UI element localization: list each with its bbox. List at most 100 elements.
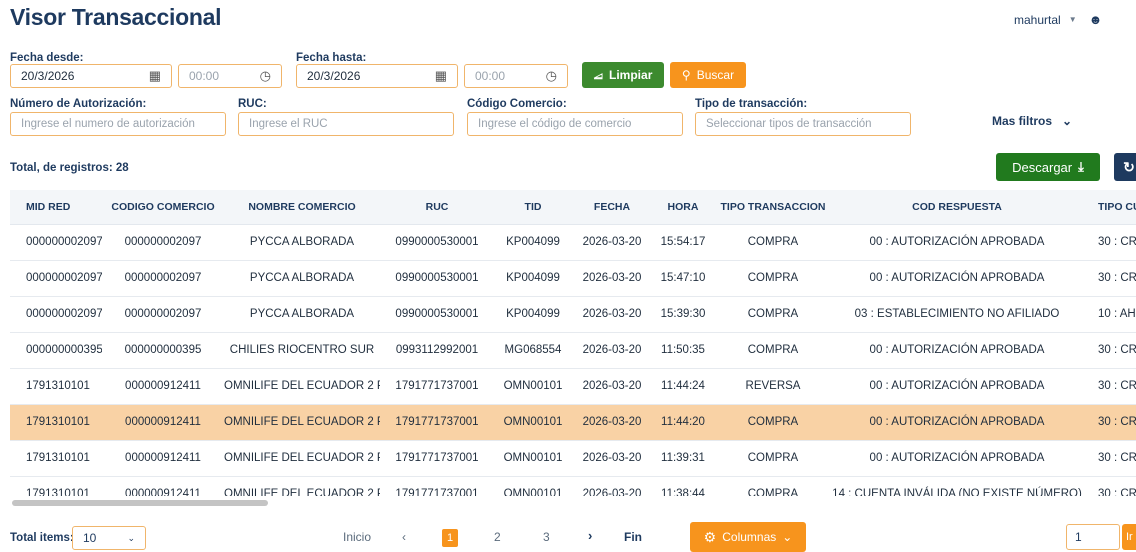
table-cell: OMNILIFE DEL ECUADOR 2 PP xyxy=(224,368,380,405)
mas-filtros-toggle[interactable]: Mas filtros ⌄ xyxy=(992,114,1072,128)
page-size-select[interactable]: 10 ⌄ xyxy=(72,526,146,550)
horizontal-scrollbar[interactable] xyxy=(12,500,268,506)
table-row[interactable]: 1791310101 000000912411 OMNILIFE DEL ECUAD… xyxy=(10,404,1136,441)
user-menu[interactable]: mahurtal ▼ ☻ xyxy=(1014,12,1102,27)
table-cell: COMPRA xyxy=(714,440,832,477)
chevron-down-icon[interactable]: ▼ xyxy=(1069,15,1077,24)
column-header[interactable]: TID xyxy=(494,190,572,225)
table-cell: 1791771737001 xyxy=(380,440,494,477)
table-cell: 11:44:20 xyxy=(652,404,714,441)
fin-link[interactable]: Fin xyxy=(624,530,642,544)
table-cell: REVERSA xyxy=(714,368,832,405)
table-cell: 30 : CRE xyxy=(1082,332,1136,369)
limpiar-button[interactable]: ⧡ Limpiar xyxy=(582,62,664,88)
chevron-down-icon: ⌄ xyxy=(1062,114,1073,128)
table-cell: KP004099 xyxy=(494,296,572,333)
column-header[interactable]: CODIGO COMERCIO xyxy=(102,190,224,225)
column-header[interactable]: RUC xyxy=(380,190,494,225)
table-cell: 1791771737001 xyxy=(380,368,494,405)
table-cell: 000000002097 xyxy=(102,224,224,261)
fecha-hasta-value: 20/3/2026 xyxy=(307,69,361,83)
columnas-button[interactable]: ⚙ Columnas ⌄ xyxy=(690,522,806,552)
table-cell: 000000000395 xyxy=(10,332,102,369)
column-header[interactable]: COD RESPUESTA xyxy=(832,190,1082,225)
column-header[interactable]: FECHA xyxy=(572,190,652,225)
total-registros: Total, de registros: 28 xyxy=(10,162,129,174)
goto-page-input[interactable]: 1 xyxy=(1066,524,1120,550)
table-cell: COMPRA xyxy=(714,404,832,441)
table-cell: PYCCA ALBORADA xyxy=(224,224,380,261)
table-cell: 0993112992001 xyxy=(380,332,494,369)
codigo-comercio-input[interactable]: Ingrese el código de comercio xyxy=(467,112,683,136)
table-cell: 15:39:30 xyxy=(652,296,714,333)
table-cell: 11:44:24 xyxy=(652,368,714,405)
page-2-button[interactable]: 2 xyxy=(494,530,501,544)
table-row[interactable]: 1791310101 000000912411 OMNILIFE DEL ECUAD… xyxy=(10,476,1136,496)
refresh-button[interactable]: ↻ xyxy=(1114,153,1136,181)
table-cell: 000000000395 xyxy=(102,332,224,369)
column-header[interactable]: MID RED xyxy=(10,190,102,225)
fecha-desde-label: Fecha desde: xyxy=(10,52,84,64)
table-cell: 000000912411 xyxy=(102,404,224,441)
calendar-icon[interactable]: ▦ xyxy=(149,68,161,84)
column-header[interactable]: NOMBRE COMERCIO xyxy=(224,190,380,225)
table-cell: 00 : AUTORIZACIÓN APROBADA xyxy=(832,224,1082,261)
username: mahurtal xyxy=(1014,12,1061,27)
ruc-input[interactable]: Ingrese el RUC xyxy=(238,112,454,136)
transactions-table: MID RED CODIGO COMERCIO NOMBRE COMERCIO … xyxy=(10,190,1136,496)
clock-icon[interactable]: ◷ xyxy=(546,68,557,84)
table-cell: 000000912411 xyxy=(102,440,224,477)
table-cell: 00 : AUTORIZACIÓN APROBADA xyxy=(832,260,1082,297)
table-cell: OMN00101 xyxy=(494,440,572,477)
table-cell: 03 : ESTABLECIMIENTO NO AFILIADO xyxy=(832,296,1082,333)
table-cell: 1791771737001 xyxy=(380,404,494,441)
fecha-hasta-input[interactable]: 20/3/2026 ▦ xyxy=(296,64,458,88)
table-row[interactable]: 000000000395 000000000395 CHILIES RIOCENTR… xyxy=(10,332,1136,369)
table-cell: 000000002097 xyxy=(10,296,102,333)
table-row[interactable]: 000000002097 000000002097 PYCCA ALBORADA 09… xyxy=(10,260,1136,297)
tipo-transaccion-select[interactable]: Seleccionar tipos de transacción xyxy=(695,112,911,136)
user-icon[interactable]: ☻ xyxy=(1089,12,1103,27)
table-cell: 00 : AUTORIZACIÓN APROBADA xyxy=(832,404,1082,441)
column-header[interactable]: TIPO CU xyxy=(1082,190,1136,225)
page-3-button[interactable]: 3 xyxy=(543,530,550,544)
page-1-button[interactable]: 1 xyxy=(442,529,458,547)
hora-hasta-input[interactable]: 00:00 ◷ xyxy=(464,64,568,88)
table-cell: 30 : CRE xyxy=(1082,224,1136,261)
table-cell: OMN00101 xyxy=(494,404,572,441)
ruc-label: RUC: xyxy=(238,98,267,110)
page-title: Visor Transaccional xyxy=(10,4,222,30)
ir-button[interactable]: Ir xyxy=(1122,524,1136,550)
column-header[interactable]: TIPO TRANSACCION xyxy=(714,190,832,225)
table-row[interactable]: 000000002097 000000002097 PYCCA ALBORADA 09… xyxy=(10,296,1136,333)
table-cell: MG068554 xyxy=(494,332,572,369)
descargar-button[interactable]: Descargar ⤓ xyxy=(996,153,1100,181)
calendar-icon[interactable]: ▦ xyxy=(435,68,447,84)
table-cell: 1791310101 xyxy=(10,404,102,441)
descargar-label: Descargar xyxy=(1012,159,1073,175)
table-row[interactable]: 1791310101 000000912411 OMNILIFE DEL ECUAD… xyxy=(10,368,1136,405)
fecha-desde-value: 20/3/2026 xyxy=(21,69,75,83)
table-row[interactable]: 1791310101 000000912411 OMNILIFE DEL ECUAD… xyxy=(10,440,1136,477)
limpiar-label: Limpiar xyxy=(609,68,653,82)
table-cell: 30 : CRE xyxy=(1082,476,1136,496)
chevron-right-icon[interactable]: › xyxy=(588,528,592,543)
buscar-button[interactable]: ⚲ Buscar xyxy=(670,62,746,88)
table-cell: OMN00101 xyxy=(494,476,572,496)
download-icon: ⤓ xyxy=(1078,159,1084,174)
table-cell: 2026-03-20 xyxy=(572,296,652,333)
tipo-transaccion-label: Tipo de transacción: xyxy=(695,98,808,110)
column-header[interactable]: HORA xyxy=(652,190,714,225)
clock-icon[interactable]: ◷ xyxy=(260,68,271,84)
table-cell: 30 : CRE xyxy=(1082,260,1136,297)
inicio-link[interactable]: Inicio xyxy=(343,530,371,544)
chevron-left-icon[interactable]: ‹ xyxy=(402,530,406,544)
hora-desde-input[interactable]: 00:00 ◷ xyxy=(178,64,282,88)
table-cell: 15:54:17 xyxy=(652,224,714,261)
refresh-icon: ↻ xyxy=(1123,158,1135,175)
table-cell: COMPRA xyxy=(714,260,832,297)
fecha-desde-input[interactable]: 20/3/2026 ▦ xyxy=(10,64,172,88)
autorizacion-input[interactable]: Ingrese el numero de autorización xyxy=(10,112,226,136)
table-row[interactable]: 000000002097 000000002097 PYCCA ALBORADA 09… xyxy=(10,224,1136,261)
filter-clear-icon: ⧡ xyxy=(593,67,604,82)
